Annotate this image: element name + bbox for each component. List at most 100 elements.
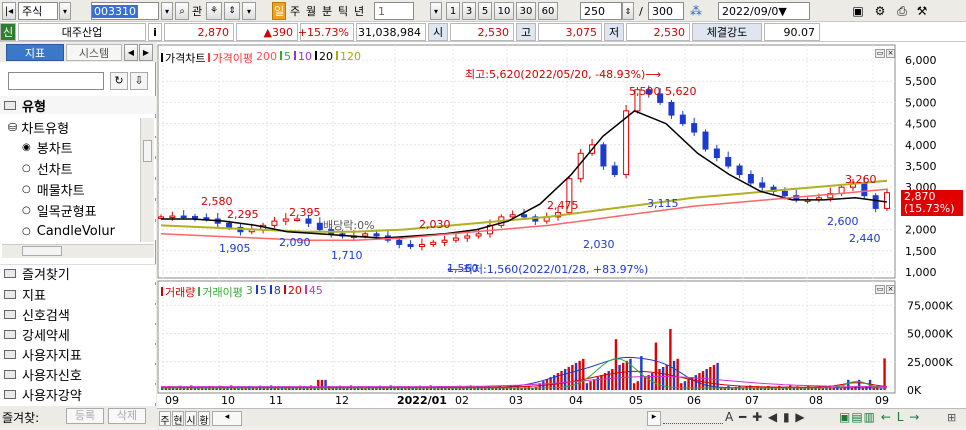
candle-body	[884, 192, 890, 209]
month-tick-label: 03	[509, 394, 523, 407]
window-icon[interactable]: ▣	[850, 2, 866, 20]
date-value: 2022/09/0▼	[722, 4, 787, 18]
settings-icon[interactable]: ⚙	[872, 2, 888, 20]
grid-settings-icon[interactable]: ⁂	[688, 2, 704, 20]
volume-bar	[520, 388, 523, 390]
first-icon[interactable]: |◂	[2, 2, 16, 20]
volume-pane-max-icon[interactable]: ▭	[875, 285, 885, 294]
options-dropdown-icon[interactable]: ▾	[242, 2, 256, 20]
print-icon[interactable]: ⎙	[894, 2, 910, 20]
market-dropdown-icon[interactable]: ▾	[59, 2, 71, 20]
group-indicator-label: 지표	[22, 288, 46, 304]
price-annotation: 3,260	[845, 173, 877, 186]
volume-pane-close-icon[interactable]: ×	[886, 285, 895, 294]
chart-type-candle[interactable]: ◉ 봉차트	[0, 138, 156, 157]
query-button[interactable]: 관	[190, 2, 204, 20]
linked-icon[interactable]: ⚘	[206, 2, 222, 20]
price-annotation: 3,115	[647, 197, 679, 210]
preset-5-button[interactable]: 5	[478, 2, 492, 20]
period-month-button[interactable]: 월	[304, 2, 318, 20]
group-user-strength[interactable]: 사용자강약	[0, 385, 156, 404]
bottom-tab-current[interactable]: 현	[172, 411, 184, 427]
refresh-icon[interactable]: ↻	[110, 72, 128, 90]
bottom-tab-market[interactable]: 시	[185, 411, 197, 427]
add-button[interactable]: 등록	[66, 408, 104, 424]
price-pane-max-icon[interactable]: ▭	[875, 49, 885, 58]
volume-bar	[636, 381, 639, 390]
chart-type-volume-profile[interactable]: ○ 매물차트	[0, 180, 156, 199]
chart-type-candlevolume[interactable]: ○ CandleVolur	[0, 222, 156, 240]
zoom-controls-icon[interactable]: A ━ ✚ ◀ ▮ ▶	[725, 410, 806, 424]
bottom-tab-main[interactable]: 주	[159, 411, 171, 427]
market-select[interactable]: 주식	[18, 2, 58, 20]
price-pane-close-icon[interactable]: ×	[886, 49, 895, 58]
chart-type-ichimoku[interactable]: ○ 일목균형표	[0, 201, 156, 220]
info-icon[interactable]: i	[148, 23, 162, 41]
tab-indicator[interactable]: 지표	[6, 44, 64, 61]
volume-bar	[400, 388, 403, 390]
count-input[interactable]: 250	[580, 2, 622, 20]
code-dropdown-icon[interactable]: ▾	[161, 2, 173, 20]
preset-1-button[interactable]: 1	[446, 2, 460, 20]
view-mode-icons[interactable]: ▣▤▥ ← L →	[839, 410, 920, 424]
interval-dropdown-icon[interactable]: ▾	[430, 2, 442, 20]
legend-vma-3: 3	[245, 284, 253, 297]
group-user-indicator-label: 사용자지표	[22, 348, 82, 364]
bottom-tab-scroll-icon[interactable]: ◂	[212, 411, 242, 426]
chart-area[interactable]: 6,0005,5005,0004,5004,0003,5003,0002,500…	[157, 42, 966, 427]
chart-type-group[interactable]: ⛁ 차트유형	[0, 118, 156, 137]
price-change-pct: +15.73%	[298, 23, 354, 41]
period-tick-button[interactable]: 틱	[336, 2, 350, 20]
code-input[interactable]: 003310	[91, 2, 159, 20]
volume-bar	[676, 358, 679, 390]
spin-icon[interactable]: ⇕	[224, 2, 240, 20]
candle-body	[600, 144, 607, 167]
zoom-ruler[interactable]	[663, 413, 723, 424]
search-icon[interactable]: ⌕	[175, 2, 189, 20]
total-input[interactable]: 300	[648, 2, 684, 20]
tree-vscroll-thumb[interactable]	[143, 140, 152, 162]
export-icon[interactable]: ⊞	[947, 411, 956, 424]
radio-selected-icon: ◉	[22, 141, 31, 153]
tab-system[interactable]: 시스템	[66, 44, 122, 61]
price-annotation: 5,620	[665, 85, 697, 98]
count-spin-icon[interactable]: ⇕	[622, 2, 634, 20]
group-strength[interactable]: 강세약세	[0, 325, 156, 344]
period-minute-button[interactable]: 분	[320, 2, 334, 20]
group-signal-search-label: 신호검색	[22, 308, 70, 324]
bottom-tab-status[interactable]: 황	[198, 411, 210, 427]
type-group[interactable]: 유형	[0, 96, 156, 115]
tree-hscroll-thumb[interactable]	[22, 246, 62, 256]
stock-name: 대주산업	[18, 23, 146, 41]
candle-body	[226, 222, 233, 228]
group-signal-search[interactable]: 신호검색	[0, 305, 156, 324]
tab-next-icon[interactable]: ▶	[139, 44, 153, 61]
period-day-button[interactable]: 일	[272, 2, 286, 20]
group-indicator[interactable]: 지표	[0, 285, 156, 304]
preset-60-button[interactable]: 60	[538, 2, 558, 20]
tree-vscrollbar[interactable]	[140, 118, 154, 242]
period-week-button[interactable]: 주	[288, 2, 302, 20]
group-favorites[interactable]: 즐겨찾기	[0, 264, 156, 283]
candle-body	[452, 237, 459, 241]
period-day-label: 일	[273, 5, 285, 18]
preset-3-button[interactable]: 3	[462, 2, 476, 20]
folder-icon	[4, 269, 16, 278]
tab-prev-icon[interactable]: ◀	[124, 44, 138, 61]
group-user-indicator[interactable]: 사용자지표	[0, 345, 156, 364]
folder-icon	[4, 369, 16, 379]
preset-30-label: 30	[519, 5, 533, 17]
chart-type-line[interactable]: ○ 선차트	[0, 159, 156, 178]
download-icon[interactable]: ⇩	[130, 72, 148, 90]
indicator-search-input[interactable]	[8, 72, 104, 90]
delete-button[interactable]: 삭제	[108, 408, 146, 424]
date-input[interactable]: 2022/09/0▼	[718, 2, 810, 20]
interval-input[interactable]: 1	[374, 2, 414, 20]
preset-30-button[interactable]: 30	[516, 2, 536, 20]
tools-icon[interactable]: ⚒	[914, 2, 930, 20]
preset-10-button[interactable]: 10	[494, 2, 514, 20]
scroll-right-icon[interactable]: ▸	[647, 411, 661, 426]
group-user-signal[interactable]: 사용자신호	[0, 365, 156, 384]
folder-icon	[4, 329, 16, 339]
period-year-button[interactable]: 년	[352, 2, 366, 20]
